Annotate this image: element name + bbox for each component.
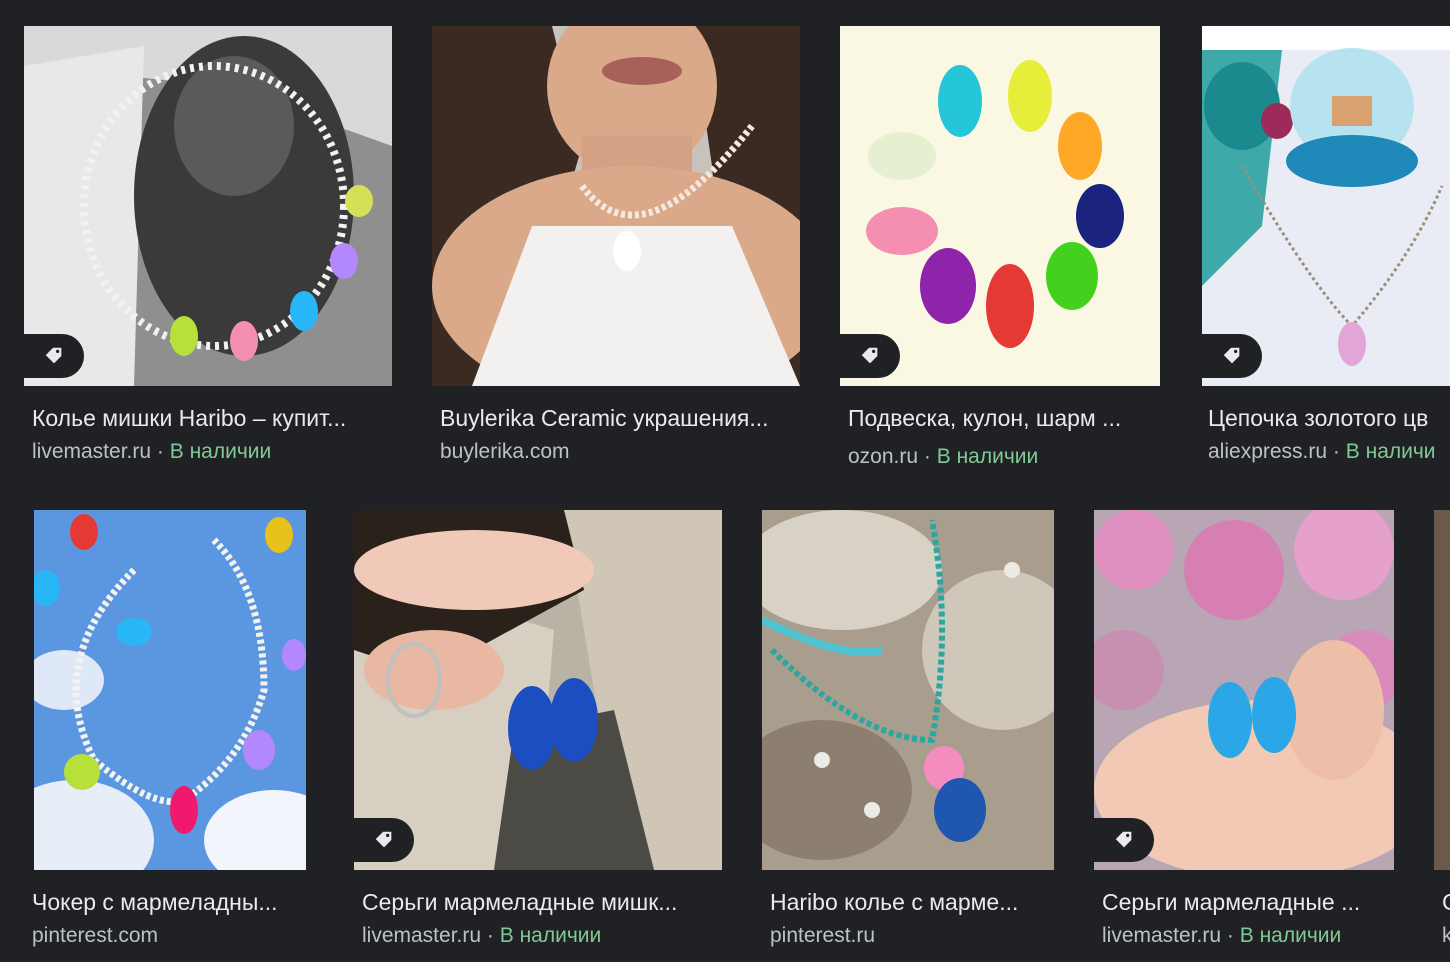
result-thumbnail[interactable] (1202, 26, 1450, 386)
result-source: buylerika.com (440, 440, 570, 463)
shopping-tag-icon (45, 347, 62, 364)
shopping-tag-chip[interactable] (1202, 334, 1262, 378)
result-meta: pinterest.com (32, 922, 158, 950)
turquoise-necklace-image (762, 510, 1054, 870)
result-title[interactable]: Серьги мармеладные ... (1102, 887, 1394, 917)
stock-status: В наличии (499, 924, 602, 947)
result-thumbnail[interactable] (762, 510, 1054, 870)
result-meta: livemaster.ru · В наличии (1102, 922, 1341, 950)
image-result-card[interactable]: Подвеска, кулон, шарм ... ozon.ru · В на… (840, 26, 1160, 476)
shopping-tag-icon (1223, 347, 1240, 364)
meta-separator: · (156, 440, 164, 463)
snow-globe-chain-image (1202, 26, 1450, 386)
result-thumbnail[interactable] (1434, 510, 1450, 870)
stock-status: В наличии (1239, 924, 1342, 947)
gummy-bear-charms-image (840, 26, 1160, 386)
woman-necklace-image (432, 26, 800, 386)
image-results-grid: Колье мишки Haribo – купит... livemaster… (0, 0, 1450, 962)
image-result-card[interactable]: С k (1434, 510, 1450, 960)
earrings-street-image (354, 510, 722, 870)
meta-separator: · (486, 924, 494, 947)
result-title[interactable]: С (1442, 887, 1450, 917)
stock-status: В наличии (169, 440, 272, 463)
shopping-tag-icon (861, 347, 878, 364)
image-result-card[interactable]: Чокер с мармеладны... pinterest.com (32, 510, 306, 960)
result-source: aliexpress.ru (1208, 440, 1328, 463)
shopping-tag-chip[interactable] (840, 334, 900, 378)
image-result-card[interactable]: Колье мишки Haribo – купит... livemaster… (24, 26, 392, 476)
stock-status: В наличии (936, 445, 1039, 468)
result-source: k (1442, 924, 1450, 947)
result-source: ozon.ru (848, 445, 919, 468)
result-thumbnail[interactable] (24, 26, 392, 386)
image-result-card[interactable]: Серьги мармеладные мишк... livemaster.ru… (354, 510, 722, 960)
image-result-card[interactable]: Серьги мармеладные ... livemaster.ru · В… (1094, 510, 1394, 960)
choker-sky-image (34, 510, 306, 870)
image-result-card[interactable]: Цепочка золотого цв aliexpress.ru · В на… (1202, 26, 1450, 476)
result-meta: livemaster.ru · В наличии (32, 438, 271, 466)
result-title[interactable]: Подвеска, кулон, шарм ... (848, 403, 1158, 433)
result-meta: buylerika.com (440, 438, 570, 466)
result-title[interactable]: Haribo колье с марме... (770, 887, 1054, 917)
result-thumbnail[interactable] (840, 26, 1160, 386)
result-thumbnail[interactable] (432, 26, 800, 386)
result-meta: pinterest.ru (770, 922, 875, 950)
result-title[interactable]: Серьги мармеладные мишк... (362, 887, 712, 917)
result-title[interactable]: Чокер с мармеладны... (32, 887, 304, 917)
image-result-card[interactable]: Buylerika Ceramic украшения... buylerika… (432, 26, 800, 476)
result-thumbnail[interactable] (354, 510, 722, 870)
meta-separator: · (923, 445, 931, 468)
earrings-flowers-image (1094, 510, 1394, 870)
meta-separator: · (1226, 924, 1234, 947)
shopping-tag-chip[interactable] (354, 818, 414, 862)
result-title[interactable]: Цепочка золотого цв (1208, 403, 1450, 433)
result-meta: livemaster.ru · В наличии (362, 922, 601, 950)
image-result-card[interactable]: Haribo колье с марме... pinterest.ru (762, 510, 1054, 960)
result-source: pinterest.ru (770, 924, 876, 947)
shopping-tag-icon (1115, 831, 1132, 848)
result-thumbnail[interactable] (34, 510, 306, 870)
result-title[interactable]: Buylerika Ceramic украшения... (440, 403, 800, 433)
result-title[interactable]: Колье мишки Haribo – купит... (32, 403, 392, 433)
result-meta: aliexpress.ru · В наличи (1208, 438, 1450, 466)
shopping-tag-chip[interactable] (24, 334, 84, 378)
shopping-tag-icon (375, 831, 392, 848)
result-source: livemaster.ru (1102, 924, 1222, 947)
result-source: livemaster.ru (32, 440, 152, 463)
result-source: pinterest.com (32, 924, 159, 947)
result-thumbnail[interactable] (1094, 510, 1394, 870)
shopping-tag-chip[interactable] (1094, 818, 1154, 862)
necklace-photo-image (24, 26, 392, 386)
meta-separator: · (1332, 440, 1340, 463)
stock-status: В наличи (1345, 440, 1436, 463)
result-meta: k (1442, 922, 1450, 950)
result-meta: ozon.ru · В наличии (848, 443, 1038, 471)
result-source: livemaster.ru (362, 924, 482, 947)
